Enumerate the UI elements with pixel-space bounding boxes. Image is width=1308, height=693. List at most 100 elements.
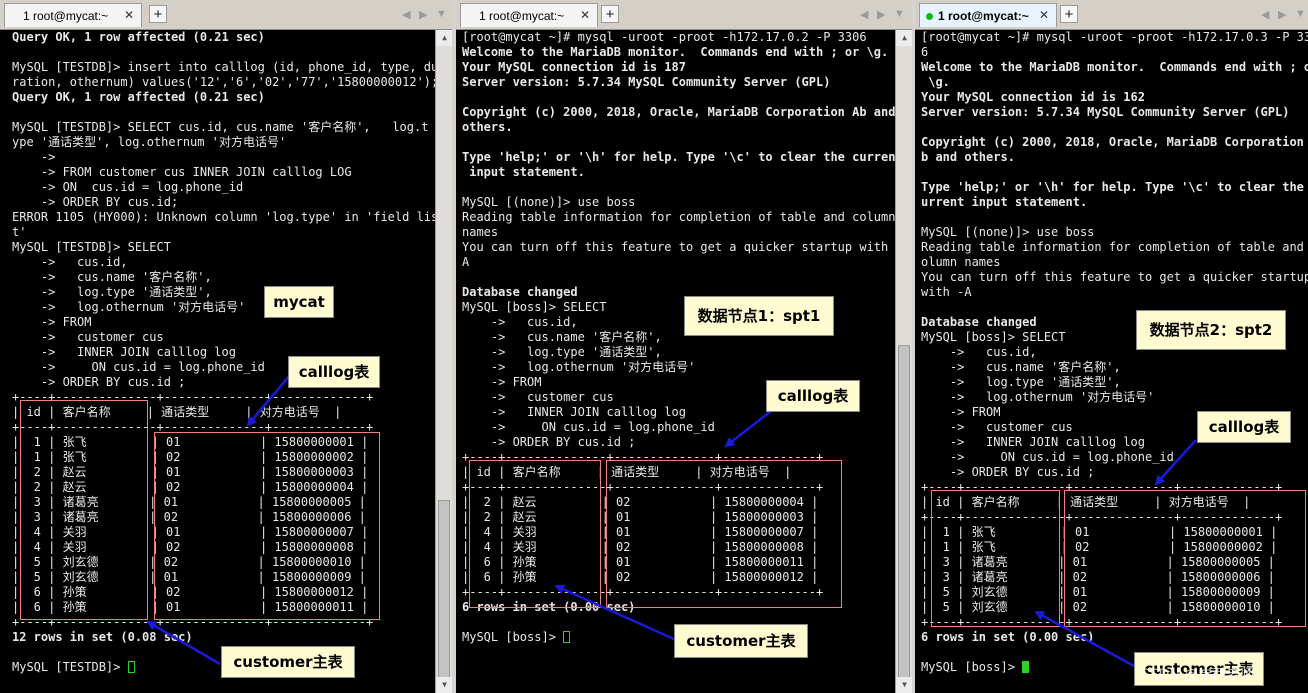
add-tab-button[interactable]: + — [601, 5, 619, 23]
callout-node1: 数据节点1：spt1 — [684, 296, 834, 336]
scrollbar[interactable]: ▲ ▼ — [435, 30, 452, 693]
callout-calllog-right: calllog表 — [1197, 411, 1291, 443]
terminal-line: -> log.othernum '对方电话号' — [462, 360, 696, 374]
terminal-line: -> — [12, 150, 56, 164]
terminal-line: -> ORDER BY cus.id; — [12, 195, 179, 209]
highlight-box-left-customer — [20, 400, 148, 620]
terminal-line: Copyright (c) 2000, 2018, Oracle, MariaD… — [921, 135, 1308, 149]
tab-label: 1 root@mycat:~ — [23, 9, 109, 23]
terminal-line: 6 — [921, 45, 929, 59]
terminal-line: -> cus.id, — [12, 255, 128, 269]
terminal-cursor — [1022, 661, 1030, 673]
terminal-line: Your MySQL connection id is 162 — [921, 90, 1145, 104]
terminal-line: -> ORDER BY cus.id ; — [462, 435, 636, 449]
scrollbar-thumb[interactable] — [898, 345, 910, 685]
terminal-line: -> customer cus — [12, 330, 164, 344]
tab-scroll-left-icon[interactable]: ◀ — [860, 8, 868, 21]
terminal-line: [root@mycat ~]# mysql -uroot -proot -h17… — [921, 30, 1308, 44]
tab-bar-middle: 1 root@mycat:~ ✕ + ◀ ▶ ▼ — [456, 0, 912, 30]
callout-mycat: mycat — [264, 286, 334, 318]
terminal-line: b and others. — [921, 150, 1015, 164]
tab-session-left[interactable]: 1 root@mycat:~ ✕ — [4, 3, 142, 27]
terminal-line: -> FROM customer cus INNER JOIN calllog … — [12, 165, 352, 179]
terminal-line: -> ORDER BY cus.id ; — [921, 465, 1095, 479]
close-icon[interactable]: ✕ — [578, 8, 592, 22]
tab-label: 1 root@mycat:~ — [479, 9, 565, 23]
terminal-line: ERROR 1105 (HY000): Unknown column 'log.… — [12, 210, 439, 224]
tab-scroll-right-icon[interactable]: ▶ — [877, 8, 885, 21]
highlight-box-right-calllog — [1064, 490, 1306, 627]
callout-node2: 数据节点2：spt2 — [1136, 310, 1286, 350]
terminal-line: 6 rows in set (0.00 sec) — [921, 630, 1095, 644]
highlight-box-middle-customer — [469, 460, 601, 608]
terminal-line: [root@mycat ~]# mysql -uroot -proot -h17… — [462, 30, 867, 44]
terminal-line: -> ON cus.id = log.phone_id — [462, 420, 715, 434]
terminal-line: Server version: 5.7.34 MySQL Community S… — [462, 75, 831, 89]
terminal-line: -> ON cus.id = log.phone_id — [12, 180, 244, 194]
scrollbar-thumb[interactable] — [438, 500, 450, 688]
terminal-line: -> cus.name '客户名称', — [12, 270, 212, 284]
tab-list-icon[interactable]: ▼ — [1295, 8, 1306, 20]
terminal-line: Reading table information for completion… — [462, 210, 896, 224]
tab-label: 1 root@mycat:~ — [938, 9, 1029, 23]
terminal-line: MySQL [(none)]> use boss — [921, 225, 1095, 239]
terminal-line: input statement. — [462, 165, 585, 179]
tab-scroll-right-icon[interactable]: ▶ — [419, 8, 427, 21]
tab-session-middle[interactable]: 1 root@mycat:~ ✕ — [460, 3, 598, 27]
terminal-line: -> log.type '通话类型', — [12, 285, 212, 299]
terminal-line: Copyright (c) 2000, 2018, Oracle, MariaD… — [462, 105, 896, 119]
terminal-line: ration, othernum) values('12','6','02','… — [12, 75, 439, 89]
terminal-line: -> cus.name '客户名称', — [921, 360, 1121, 374]
add-tab-button[interactable]: + — [1060, 5, 1078, 23]
terminal-line: A — [462, 255, 470, 269]
tab-list-icon[interactable]: ▼ — [436, 8, 447, 20]
callout-calllog-left: calllog表 — [288, 356, 380, 388]
terminal-line: 12 rows in set (0.08 sec) — [12, 630, 193, 644]
tab-scroll-left-icon[interactable]: ◀ — [1261, 8, 1269, 21]
watermark: CSDN @崔西老师 — [1140, 667, 1255, 683]
terminal-line: -> ON cus.id = log.phone_id — [921, 450, 1174, 464]
tab-bar-right: 1 root@mycat:~ ✕ + ◀ ▶ ▼ — [915, 0, 1308, 30]
terminal-line: -> FROM — [12, 315, 92, 329]
tab-session-right[interactable]: 1 root@mycat:~ ✕ — [919, 3, 1057, 27]
terminal-line: -> log.type '通话类型', — [462, 345, 662, 359]
terminal-line: Type 'help;' or '\h' for help. Type '\c'… — [921, 180, 1308, 194]
connected-status-icon — [926, 13, 933, 20]
terminal-line: MySQL [TESTDB]> insert into calllog (id,… — [12, 60, 439, 74]
scroll-down-icon[interactable]: ▼ — [896, 677, 912, 693]
close-icon[interactable]: ✕ — [1037, 8, 1051, 22]
scrollbar[interactable]: ▲ ▼ — [895, 30, 912, 693]
scroll-down-icon[interactable]: ▼ — [436, 677, 452, 693]
highlight-box-middle-calllog — [606, 460, 842, 608]
close-icon[interactable]: ✕ — [122, 8, 136, 22]
terminal-line: You can turn off this feature to get a q… — [462, 240, 903, 254]
terminal-line: urrent input statement. — [921, 195, 1088, 209]
terminal-line: Your MySQL connection id is 187 — [462, 60, 686, 74]
terminal-line: MySQL [TESTDB]> SELECT — [12, 240, 171, 254]
terminal-line: -> cus.id, — [462, 315, 578, 329]
tab-scroll-right-icon[interactable]: ▶ — [1278, 8, 1286, 21]
terminal-line: ype '通话类型', log.othernum '对方电话号' — [12, 135, 287, 149]
highlight-box-left-calllog — [154, 432, 380, 620]
callout-customer-left: customer主表 — [221, 646, 355, 678]
scroll-up-icon[interactable]: ▲ — [896, 30, 912, 46]
add-tab-button[interactable]: + — [149, 5, 167, 23]
terminal-line: -> log.othernum '对方电话号' — [12, 300, 246, 314]
tab-scroll-left-icon[interactable]: ◀ — [402, 8, 410, 21]
callout-customer-middle: customer主表 — [674, 624, 808, 658]
terminal-cursor — [127, 661, 135, 673]
terminal-line: t' — [12, 225, 27, 239]
tab-list-icon[interactable]: ▼ — [894, 8, 905, 20]
terminal-line: others. — [462, 120, 513, 134]
highlight-box-right-customer — [931, 490, 1060, 627]
terminal-line: Query OK, 1 row affected (0.21 sec) — [12, 30, 265, 44]
terminal-line: Welcome to the MariaDB monitor. Commands… — [462, 45, 889, 59]
scroll-up-icon[interactable]: ▲ — [436, 30, 452, 46]
